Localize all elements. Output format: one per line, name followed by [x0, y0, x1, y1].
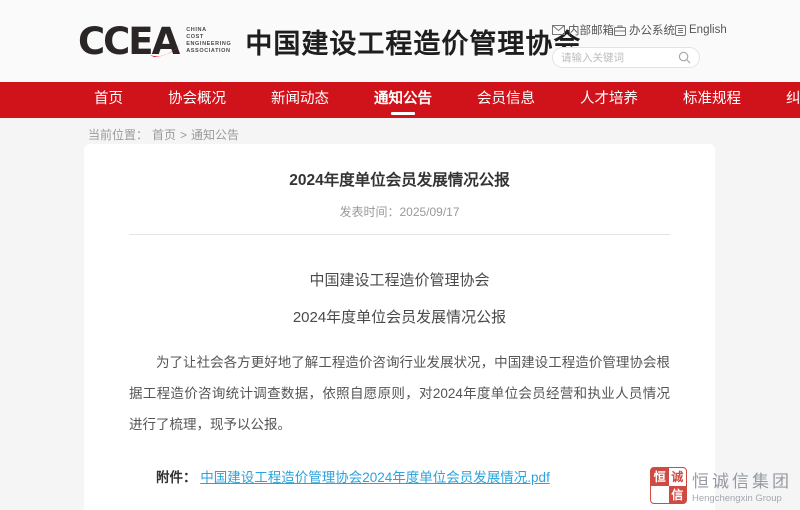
nav-item-home[interactable]: 首页	[88, 82, 129, 118]
seal-char: 信	[669, 486, 687, 504]
doc-paragraph: 为了让社会各方更好地了解工程造价咨询行业发展状况，中国建设工程造价管理协会根据工…	[129, 347, 670, 440]
office-icon	[614, 25, 626, 36]
search-icon[interactable]	[678, 51, 691, 64]
nav-item-news[interactable]: 新闻动态	[265, 82, 335, 118]
office-system-link[interactable]: 办公系统	[614, 22, 675, 38]
globe-icon	[675, 25, 686, 36]
watermark-name-cn: 恒诚信集团	[692, 467, 792, 492]
nav-item-notices[interactable]: 通知公告	[368, 82, 438, 118]
search-input[interactable]	[561, 52, 678, 64]
hengchengxin-watermark: 恒 诚 信 恒诚信集团 Hengchengxin Group	[650, 467, 792, 504]
breadcrumb-prefix: 当前位置：	[88, 126, 148, 143]
doc-heading-org: 中国建设工程造价管理协会	[129, 269, 670, 290]
breadcrumb-current[interactable]: 通知公告	[191, 126, 239, 143]
nav-item-overview[interactable]: 协会概况	[162, 82, 232, 118]
header-right-panel: 内部邮箱 办公系统 English	[552, 22, 700, 68]
site-title: 中国建设工程造价管理协会	[245, 22, 581, 61]
attachment-pdf-link[interactable]: 中国建设工程造价管理协会2024年度单位会员发展情况.pdf	[200, 470, 550, 485]
logo-subtitle: CHINA COST ENGINEERING ASSOCIATION	[186, 27, 231, 55]
main-nav: 首页 协会概况 新闻动态 通知公告 会员信息 人才培养 标准规程 纠纷调解	[0, 82, 800, 118]
nav-item-mediation[interactable]: 纠纷调解	[780, 82, 800, 118]
search-box	[552, 47, 700, 68]
logo-swoosh-icon	[150, 44, 184, 58]
internal-mail-link[interactable]: 内部邮箱	[552, 22, 614, 38]
attachment-row: 附件： 中国建设工程造价管理协会2024年度单位会员发展情况.pdf	[129, 466, 670, 486]
breadcrumb-separator: >	[180, 128, 187, 142]
logo-ccea-text: CCEA	[78, 23, 178, 60]
breadcrumb-home-link[interactable]: 首页	[152, 126, 176, 143]
site-header: CCEA CHINA COST ENGINEERING ASSOCIATION …	[0, 0, 800, 82]
article-publish-date: 发表时间：2025/09/17	[129, 203, 670, 220]
seal-char-empty	[651, 486, 669, 504]
site-logo[interactable]: CCEA CHINA COST ENGINEERING ASSOCIATION	[78, 23, 231, 60]
article-title: 2024年度单位会员发展情况公报	[129, 168, 670, 190]
watermark-name-en: Hengchengxin Group	[692, 493, 792, 504]
title-divider	[129, 234, 670, 235]
seal-char: 恒	[651, 468, 669, 486]
article-card: 2024年度单位会员发展情况公报 发表时间：2025/09/17 中国建设工程造…	[84, 144, 715, 510]
english-link[interactable]: English	[675, 24, 727, 36]
mail-icon	[552, 25, 565, 35]
seal-char: 诚	[669, 468, 687, 486]
nav-item-members[interactable]: 会员信息	[471, 82, 541, 118]
hengchengxin-seal-icon: 恒 诚 信	[650, 467, 687, 504]
doc-heading-title: 2024年度单位会员发展情况公报	[129, 306, 670, 327]
top-links: 内部邮箱 办公系统 English	[552, 22, 700, 38]
nav-item-standards[interactable]: 标准规程	[677, 82, 747, 118]
nav-item-training[interactable]: 人才培养	[574, 82, 644, 118]
attachment-label: 附件：	[156, 470, 197, 485]
